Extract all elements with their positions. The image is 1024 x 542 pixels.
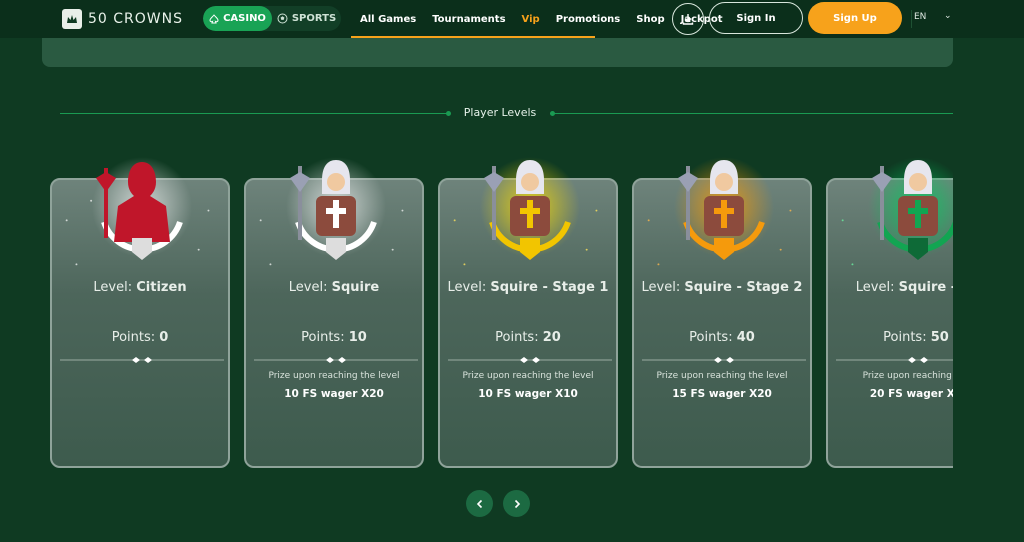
- level-card: Level: Squire - St Points: 50 Prize upon…: [826, 157, 953, 468]
- section-title: Player Levels: [463, 106, 537, 119]
- nav-vip[interactable]: Vip: [514, 0, 548, 38]
- citizen-avatar-icon: [92, 157, 192, 260]
- prize-label: Prize upon reaching the: [862, 371, 953, 381]
- chevron-left-icon: [476, 499, 482, 508]
- level-points: Points: 50: [883, 330, 949, 345]
- title-line-left: [60, 113, 450, 114]
- top-header: 50 CROWNS CASINO SPORTS All Games Tourna…: [0, 0, 1024, 38]
- chevron-right-icon: [514, 499, 520, 508]
- squire-stage-2-avatar-icon: [674, 157, 774, 260]
- level-card: Level: Squire Points: 10 Prize upon reac…: [244, 157, 424, 468]
- download-icon: [682, 14, 694, 25]
- logo-text: 50 CROWNS: [88, 11, 183, 27]
- card-divider: [836, 357, 953, 363]
- level-name: Level: Squire - Stage 1: [447, 280, 609, 295]
- title-line-right: [550, 113, 953, 114]
- chevron-down-icon[interactable]: ⌄: [944, 11, 952, 21]
- level-name: Level: Squire - St: [855, 280, 953, 295]
- mode-sports-button[interactable]: SPORTS: [272, 6, 341, 31]
- level-points: Points: 20: [495, 330, 561, 345]
- squire-stage-3-avatar-icon: [868, 157, 953, 260]
- level-name: Level: Citizen: [93, 280, 187, 295]
- mode-sports-label: SPORTS: [291, 13, 337, 24]
- level-points: Points: 40: [689, 330, 755, 345]
- crown-logo-icon: [62, 9, 82, 29]
- soccer-ball-icon: [277, 13, 288, 24]
- mode-casino-button[interactable]: CASINO: [203, 6, 272, 31]
- spade-icon: [209, 13, 219, 23]
- prize-value: 20 FS wager X2: [869, 388, 953, 400]
- prize-value: 10 FS wager X20: [284, 388, 384, 400]
- level-card: Level: Squire - Stage 1 Points: 20 Prize…: [438, 157, 618, 468]
- level-points: Points: 10: [301, 330, 367, 345]
- language-selector[interactable]: EN: [914, 12, 926, 22]
- card-divider: [254, 357, 418, 363]
- nav-tournaments[interactable]: Tournaments: [424, 0, 513, 38]
- level-card: Level: Squire - Stage 2 Points: 40 Prize…: [632, 157, 812, 468]
- sign-in-button[interactable]: Sign In: [709, 2, 803, 34]
- section-header: Player Levels: [60, 106, 953, 120]
- logo[interactable]: 50 CROWNS: [62, 9, 183, 29]
- levels-carousel: Level: Citizen Points: 0 Level: Squire P…: [40, 150, 953, 480]
- prize-label: Prize upon reaching the level: [656, 371, 788, 381]
- squire-stage-1-avatar-icon: [480, 157, 580, 260]
- language-divider: [911, 10, 912, 28]
- mode-switch: CASINO SPORTS: [203, 6, 341, 31]
- prize-label: Prize upon reaching the level: [462, 371, 594, 381]
- level-card: Level: Citizen Points: 0: [50, 157, 230, 468]
- prize-label: Prize upon reaching the level: [268, 371, 400, 381]
- carousel-prev-button[interactable]: [466, 490, 493, 517]
- banner-panel: [42, 38, 953, 67]
- nav-all-games[interactable]: All Games: [352, 0, 424, 38]
- card-divider: [448, 357, 612, 363]
- prize-value: 15 FS wager X20: [672, 388, 772, 400]
- level-name: Level: Squire: [288, 280, 380, 295]
- sign-up-button[interactable]: Sign Up: [808, 2, 902, 34]
- nav-promotions[interactable]: Promotions: [548, 0, 629, 38]
- level-points: Points: 0: [111, 330, 169, 345]
- squire-avatar-icon: [286, 157, 386, 260]
- mode-casino-label: CASINO: [223, 13, 266, 24]
- level-name: Level: Squire - Stage 2: [641, 280, 803, 295]
- card-divider: [642, 357, 806, 363]
- nav-shop[interactable]: Shop: [628, 0, 672, 38]
- download-app-button[interactable]: [672, 3, 704, 35]
- prize-value: 10 FS wager X10: [478, 388, 578, 400]
- card-divider: [60, 357, 224, 363]
- carousel-next-button[interactable]: [503, 490, 530, 517]
